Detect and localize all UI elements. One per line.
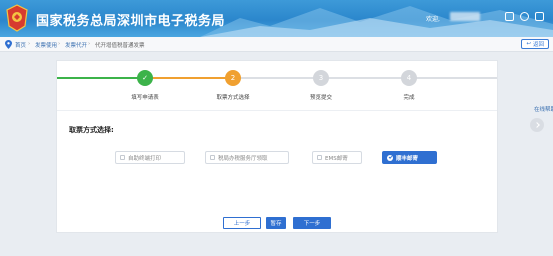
back-button-label: 返回 <box>532 42 544 48</box>
step-track-pending <box>233 77 497 79</box>
previous-step-button[interactable]: 上一步 <box>223 217 261 229</box>
step-2-indicator: 2 <box>225 70 241 86</box>
step-3-indicator: 3 <box>313 70 329 86</box>
breadcrumb-separator: › <box>28 41 31 47</box>
pickup-method-label: 取票方式选择: <box>69 126 114 134</box>
site-title: 国家税务总局深圳市电子税务局 <box>36 14 226 29</box>
step-2-label: 取票方式选择 <box>216 95 250 101</box>
user-name-redacted <box>450 12 480 21</box>
breadcrumb-invoice-use[interactable]: 发票使用 <box>35 41 57 49</box>
breadcrumb-invoice-issue[interactable]: 发票代开 <box>65 41 87 49</box>
option-label: 自助终端打印 <box>128 155 162 162</box>
option-label: 顺丰邮寄 <box>396 155 419 162</box>
option-self-service-print[interactable]: 自助终端打印 <box>115 151 185 164</box>
mountain-banner-graphic <box>200 6 553 37</box>
site-header: 国家税务总局深圳市电子税务局 欢迎, <box>0 0 553 37</box>
logout-icon[interactable] <box>535 12 544 21</box>
divider <box>57 110 497 111</box>
collapse-arrow-icon[interactable] <box>530 118 544 132</box>
location-pin-icon <box>5 40 12 49</box>
checked-circle-icon <box>387 154 393 161</box>
back-button[interactable]: ↩ 返回 <box>521 39 549 49</box>
save-draft-button[interactable]: 暂存 <box>266 217 286 229</box>
step-3-label: 预览提交 <box>309 95 333 101</box>
option-ems-mail[interactable]: EMS邮寄 <box>312 151 362 164</box>
checkbox-icon <box>317 155 322 160</box>
breadcrumb: 首页 › 发票使用 › 发票代开 › 代开增值税普通发票 ↩ 返回 <box>0 37 553 52</box>
option-label: 税局办税服务厅领取 <box>218 155 268 162</box>
back-arrow-icon: ↩ <box>526 41 531 47</box>
breadcrumb-separator: › <box>58 41 61 47</box>
user-icon[interactable] <box>520 12 529 21</box>
step-track-completed <box>57 77 145 79</box>
step-1-label: 填写申请表 <box>131 95 159 101</box>
option-sf-express-mail[interactable]: 顺丰邮寄 <box>382 151 437 164</box>
breadcrumb-home[interactable]: 首页 <box>15 41 26 49</box>
welcome-text: 欢迎, <box>426 16 440 23</box>
message-icon[interactable] <box>505 12 514 21</box>
breadcrumb-current-page: 代开增值税普通发票 <box>95 43 145 49</box>
step-4-indicator: 4 <box>401 70 417 86</box>
next-step-button[interactable]: 下一步 <box>293 217 331 229</box>
online-help-link[interactable]: 在线帮助 <box>534 105 553 113</box>
checkbox-icon <box>210 155 215 160</box>
step-1-check-icon: ✓ <box>137 70 153 86</box>
progress-steps: ✓ 2 3 4 填写申请表 取票方式选择 预览提交 完成 <box>57 61 497 103</box>
tax-bureau-emblem-icon <box>6 4 28 32</box>
option-label: EMS邮寄 <box>325 155 348 162</box>
step-track-current <box>145 77 233 79</box>
step-4-label: 完成 <box>403 95 415 101</box>
breadcrumb-separator: › <box>88 41 91 47</box>
main-panel: ✓ 2 3 4 填写申请表 取票方式选择 预览提交 完成 取票方式选择: 自助终… <box>56 60 498 233</box>
option-hall-pickup[interactable]: 税局办税服务厅领取 <box>205 151 289 164</box>
checkbox-icon <box>120 155 125 160</box>
